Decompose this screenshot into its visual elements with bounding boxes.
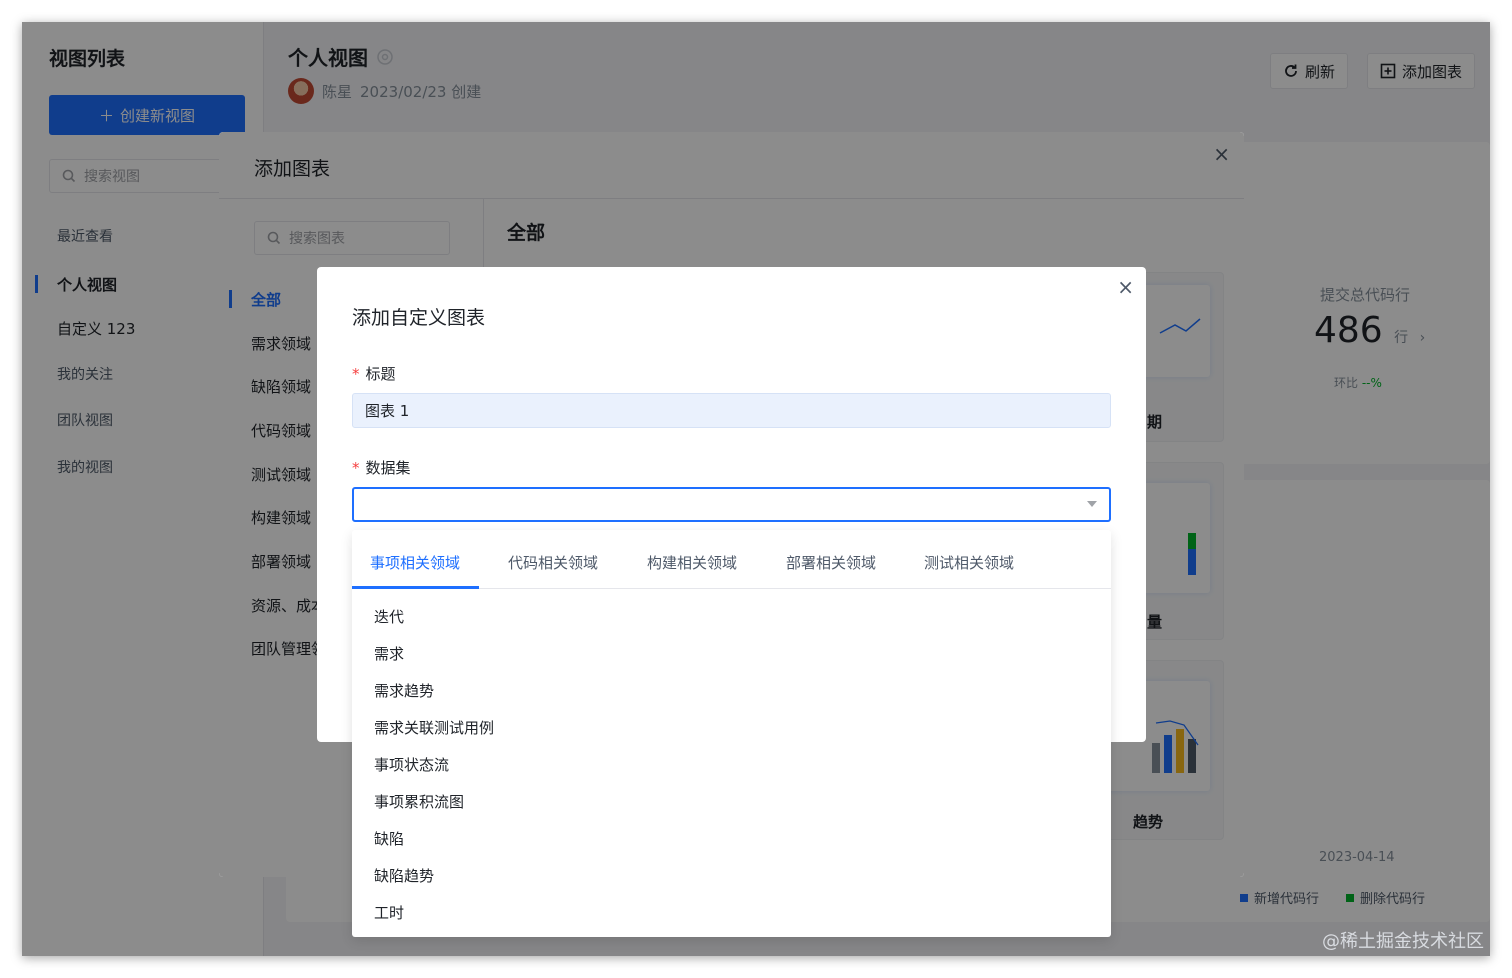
dataset-option-defect-trend[interactable]: 缺陷趋势 xyxy=(374,865,434,886)
dataset-field-label-text: 数据集 xyxy=(365,459,411,477)
tab-code-domain[interactable]: 代码相关领域 xyxy=(508,552,598,573)
dataset-option-requirement-trend[interactable]: 需求趋势 xyxy=(374,680,434,701)
tab-deploy-domain[interactable]: 部署相关领域 xyxy=(786,552,876,573)
dataset-option-defect[interactable]: 缺陷 xyxy=(374,828,404,849)
dataset-field-label: * 数据集 xyxy=(352,457,411,478)
dataset-domain-tabs: 事项相关领域 代码相关领域 构建相关领域 部署相关领域 测试相关领域 xyxy=(352,530,1111,589)
required-marker: * xyxy=(352,365,360,383)
dataset-select[interactable] xyxy=(352,487,1111,522)
tab-test-domain[interactable]: 测试相关领域 xyxy=(924,552,1014,573)
dataset-option-iteration[interactable]: 迭代 xyxy=(374,606,404,627)
custom-chart-modal-title: 添加自定义图表 xyxy=(352,307,486,329)
title-input[interactable] xyxy=(352,393,1111,428)
dataset-option-worktime[interactable]: 工时 xyxy=(374,902,404,923)
watermark: @稀土掘金技术社区 xyxy=(1322,931,1484,952)
close-icon[interactable]: × xyxy=(1117,275,1134,299)
tab-build-domain[interactable]: 构建相关领域 xyxy=(647,552,737,573)
app-window: 视图列表 ＋ 创建新视图 搜索视图 最近查看 个人视图 自定义 123 我的关注… xyxy=(22,22,1490,956)
required-marker: * xyxy=(352,459,360,477)
dataset-dropdown: 事项相关领域 代码相关领域 构建相关领域 部署相关领域 测试相关领域 迭代 需求… xyxy=(352,530,1111,937)
tab-item-domain[interactable]: 事项相关领域 xyxy=(370,552,460,573)
dataset-option-item-status-flow[interactable]: 事项状态流 xyxy=(374,754,449,775)
dataset-option-cumulative-flow[interactable]: 事项累积流图 xyxy=(374,791,464,812)
dataset-option-requirement[interactable]: 需求 xyxy=(374,643,404,664)
dataset-option-requirement-testcase[interactable]: 需求关联测试用例 xyxy=(374,717,494,738)
title-field-label-text: 标题 xyxy=(365,365,396,383)
title-field-label: * 标题 xyxy=(352,363,396,384)
tab-active-indicator xyxy=(352,586,479,589)
chevron-down-icon xyxy=(1087,501,1097,507)
